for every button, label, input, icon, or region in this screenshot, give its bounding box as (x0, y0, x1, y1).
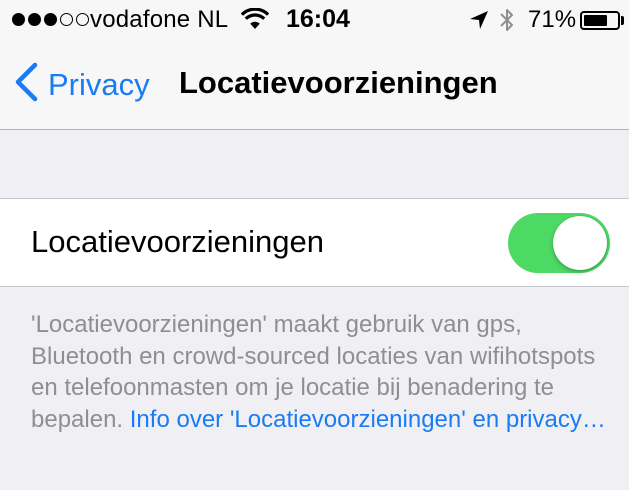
battery-icon (580, 11, 620, 30)
footer-description: 'Locatievoorzieningen' maakt gebruik van… (31, 309, 616, 435)
battery-cap (621, 16, 624, 25)
clock: 16:04 (286, 5, 350, 33)
bluetooth-icon (499, 7, 515, 40)
signal-dot (12, 13, 25, 26)
chevron-left-icon (14, 62, 38, 107)
signal-strength-icon (12, 13, 89, 26)
battery-level-fill (584, 15, 607, 26)
signal-dot (28, 13, 41, 26)
signal-dot (44, 13, 57, 26)
privacy-info-link[interactable]: Info over 'Locatievoorzieningen' en priv… (130, 406, 606, 433)
page-title: Locatievoorzieningen (179, 65, 498, 100)
toggle-knob (553, 216, 607, 270)
status-bar: vodafone NL 16:04 71% (0, 0, 629, 42)
wifi-icon (240, 7, 270, 37)
location-services-row: Locatievoorzieningen (0, 198, 629, 287)
back-button-label: Privacy (48, 66, 150, 102)
back-button[interactable]: Privacy (14, 62, 150, 107)
battery-percentage: 71% (528, 6, 577, 33)
location-arrow-icon (469, 9, 489, 37)
carrier-name: vodafone NL (90, 6, 229, 33)
location-services-toggle[interactable] (508, 213, 610, 273)
signal-dot (60, 13, 73, 26)
navigation-bar: Privacy Locatievoorzieningen (0, 42, 629, 129)
top-bar: vodafone NL 16:04 71% Privacy Locatievoo… (0, 0, 629, 130)
location-services-label: Locatievoorzieningen (31, 224, 324, 259)
signal-dot (76, 13, 89, 26)
